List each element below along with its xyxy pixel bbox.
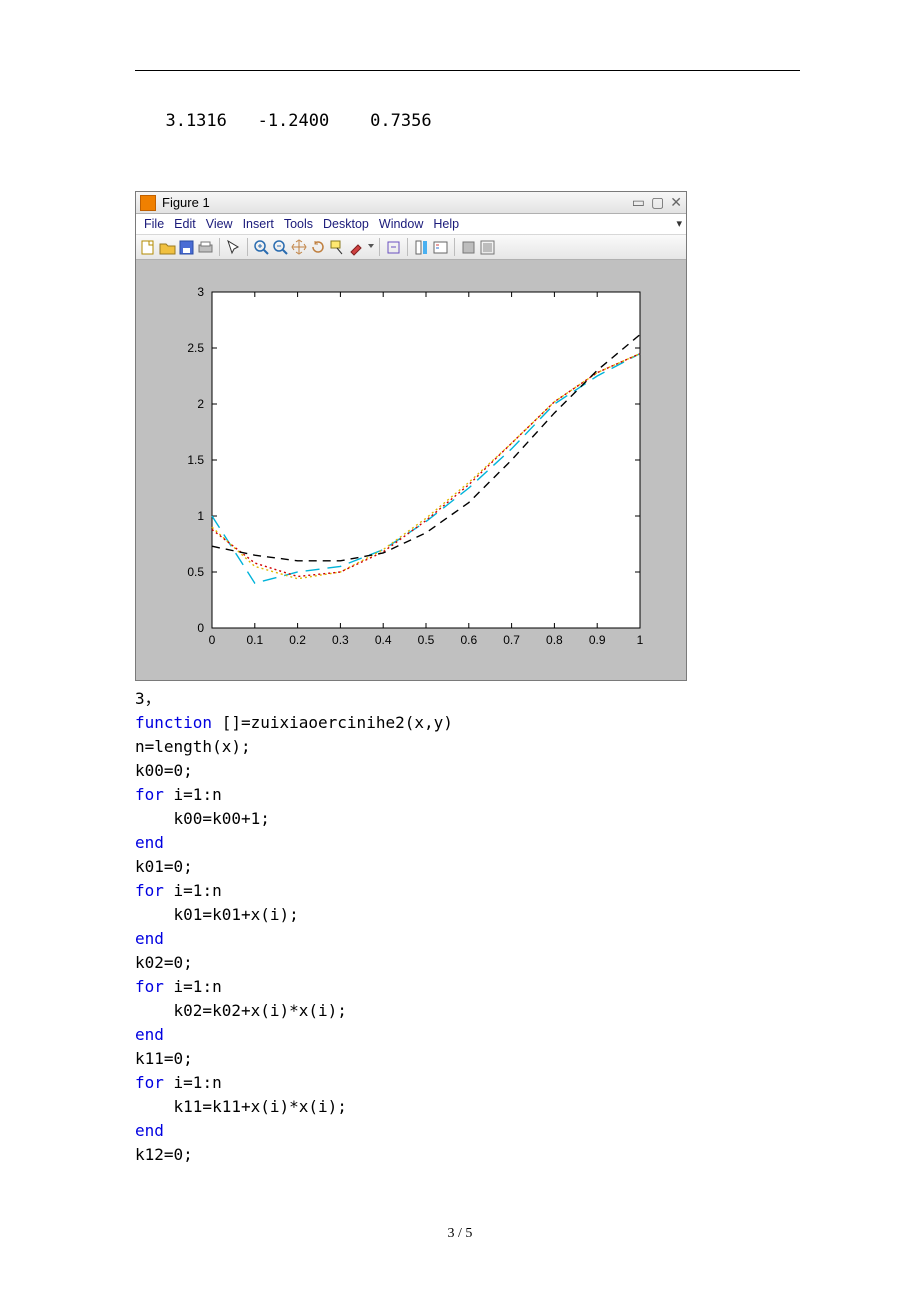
insert-legend-icon[interactable]: [432, 239, 449, 256]
header-rule: [135, 70, 800, 71]
code-label: 3，: [135, 689, 161, 708]
menu-insert[interactable]: Insert: [243, 217, 274, 231]
hide-plot-tools-icon[interactable]: [460, 239, 477, 256]
xtick-label: 1: [637, 633, 644, 647]
brush-icon[interactable]: [348, 239, 365, 256]
figure-window: Figure 1 ▭ ▢ ✕ File Edit View Insert Too…: [135, 191, 687, 681]
toolbar-separator: [379, 238, 380, 256]
figure-title: Figure 1: [162, 195, 210, 210]
toolbar-separator: [454, 238, 455, 256]
ytick-label: 2.5: [187, 341, 204, 355]
output-numbers: 3.1316 -1.2400 0.7356: [145, 111, 800, 131]
pointer-icon[interactable]: [225, 239, 242, 256]
data-cursor-icon[interactable]: [329, 239, 346, 256]
ytick-label: 0: [197, 621, 204, 635]
page-number: 3 / 5: [0, 1226, 920, 1242]
document-page: 3.1316 -1.2400 0.7356 Figure 1 ▭ ▢ ✕ Fil…: [0, 0, 920, 1302]
toolbar-separator: [407, 238, 408, 256]
menu-view[interactable]: View: [206, 217, 233, 231]
dropdown-icon[interactable]: [367, 239, 374, 256]
xtick-label: 0.8: [546, 633, 563, 647]
link-icon[interactable]: [385, 239, 402, 256]
zoom-out-icon[interactable]: [272, 239, 289, 256]
xtick-label: 0.3: [332, 633, 349, 647]
window-controls: ▭ ▢ ✕: [632, 194, 682, 211]
toolbar-separator: [247, 238, 248, 256]
menu-window[interactable]: Window: [379, 217, 423, 231]
menu-desktop[interactable]: Desktop: [323, 217, 369, 231]
menu-file[interactable]: File: [144, 217, 164, 231]
menu-edit[interactable]: Edit: [174, 217, 196, 231]
toolbar: [136, 235, 686, 260]
close-icon[interactable]: ✕: [670, 194, 682, 211]
ytick-label: 1.5: [187, 453, 204, 467]
toolbar-separator: [219, 238, 220, 256]
minimize-icon[interactable]: ▭: [632, 194, 645, 211]
xtick-label: 0.7: [503, 633, 520, 647]
xtick-label: 0: [209, 633, 216, 647]
code-body: function []=zuixiaoercinihe2(x,y) n=leng…: [135, 713, 453, 1164]
matlab-icon: [140, 195, 156, 211]
ytick-label: 1: [197, 509, 204, 523]
open-icon[interactable]: [159, 239, 176, 256]
show-plot-tools-icon[interactable]: [479, 239, 496, 256]
menu-tools[interactable]: Tools: [284, 217, 313, 231]
insert-colorbar-icon[interactable]: [413, 239, 430, 256]
xtick-label: 0.4: [375, 633, 392, 647]
menu-help[interactable]: Help: [433, 217, 459, 231]
pan-icon[interactable]: [291, 239, 308, 256]
titlebar[interactable]: Figure 1 ▭ ▢ ✕: [136, 192, 686, 214]
xtick-label: 0.2: [289, 633, 306, 647]
maximize-icon[interactable]: ▢: [651, 194, 664, 211]
menubar: File Edit View Insert Tools Desktop Wind…: [136, 214, 686, 235]
ytick-label: 3: [197, 285, 204, 299]
menu-overflow-icon[interactable]: ▾: [676, 217, 682, 230]
print-icon[interactable]: [197, 239, 214, 256]
save-icon[interactable]: [178, 239, 195, 256]
ytick-label: 2: [197, 397, 204, 411]
xtick-label: 0.5: [418, 633, 435, 647]
zoom-in-icon[interactable]: [253, 239, 270, 256]
xtick-label: 0.6: [460, 633, 477, 647]
ytick-label: 0.5: [187, 565, 204, 579]
xtick-label: 0.1: [246, 633, 263, 647]
xtick-label: 0.9: [589, 633, 606, 647]
chart: 0 0.1 0.2 0.3 0.4 0.5 0.6 0.7 0.8 0.9 1 0 0.5 1 1.5 2 2.…: [164, 280, 658, 660]
rotate-icon[interactable]: [310, 239, 327, 256]
plot-area: 0 0.1 0.2 0.3 0.4 0.5 0.6 0.7 0.8 0.9 1 0 0.5 1 1.5 2 2.…: [136, 260, 686, 680]
code-block: 3， function []=zuixiaoercinihe2(x,y) n=l…: [135, 687, 800, 1167]
new-icon[interactable]: [140, 239, 157, 256]
